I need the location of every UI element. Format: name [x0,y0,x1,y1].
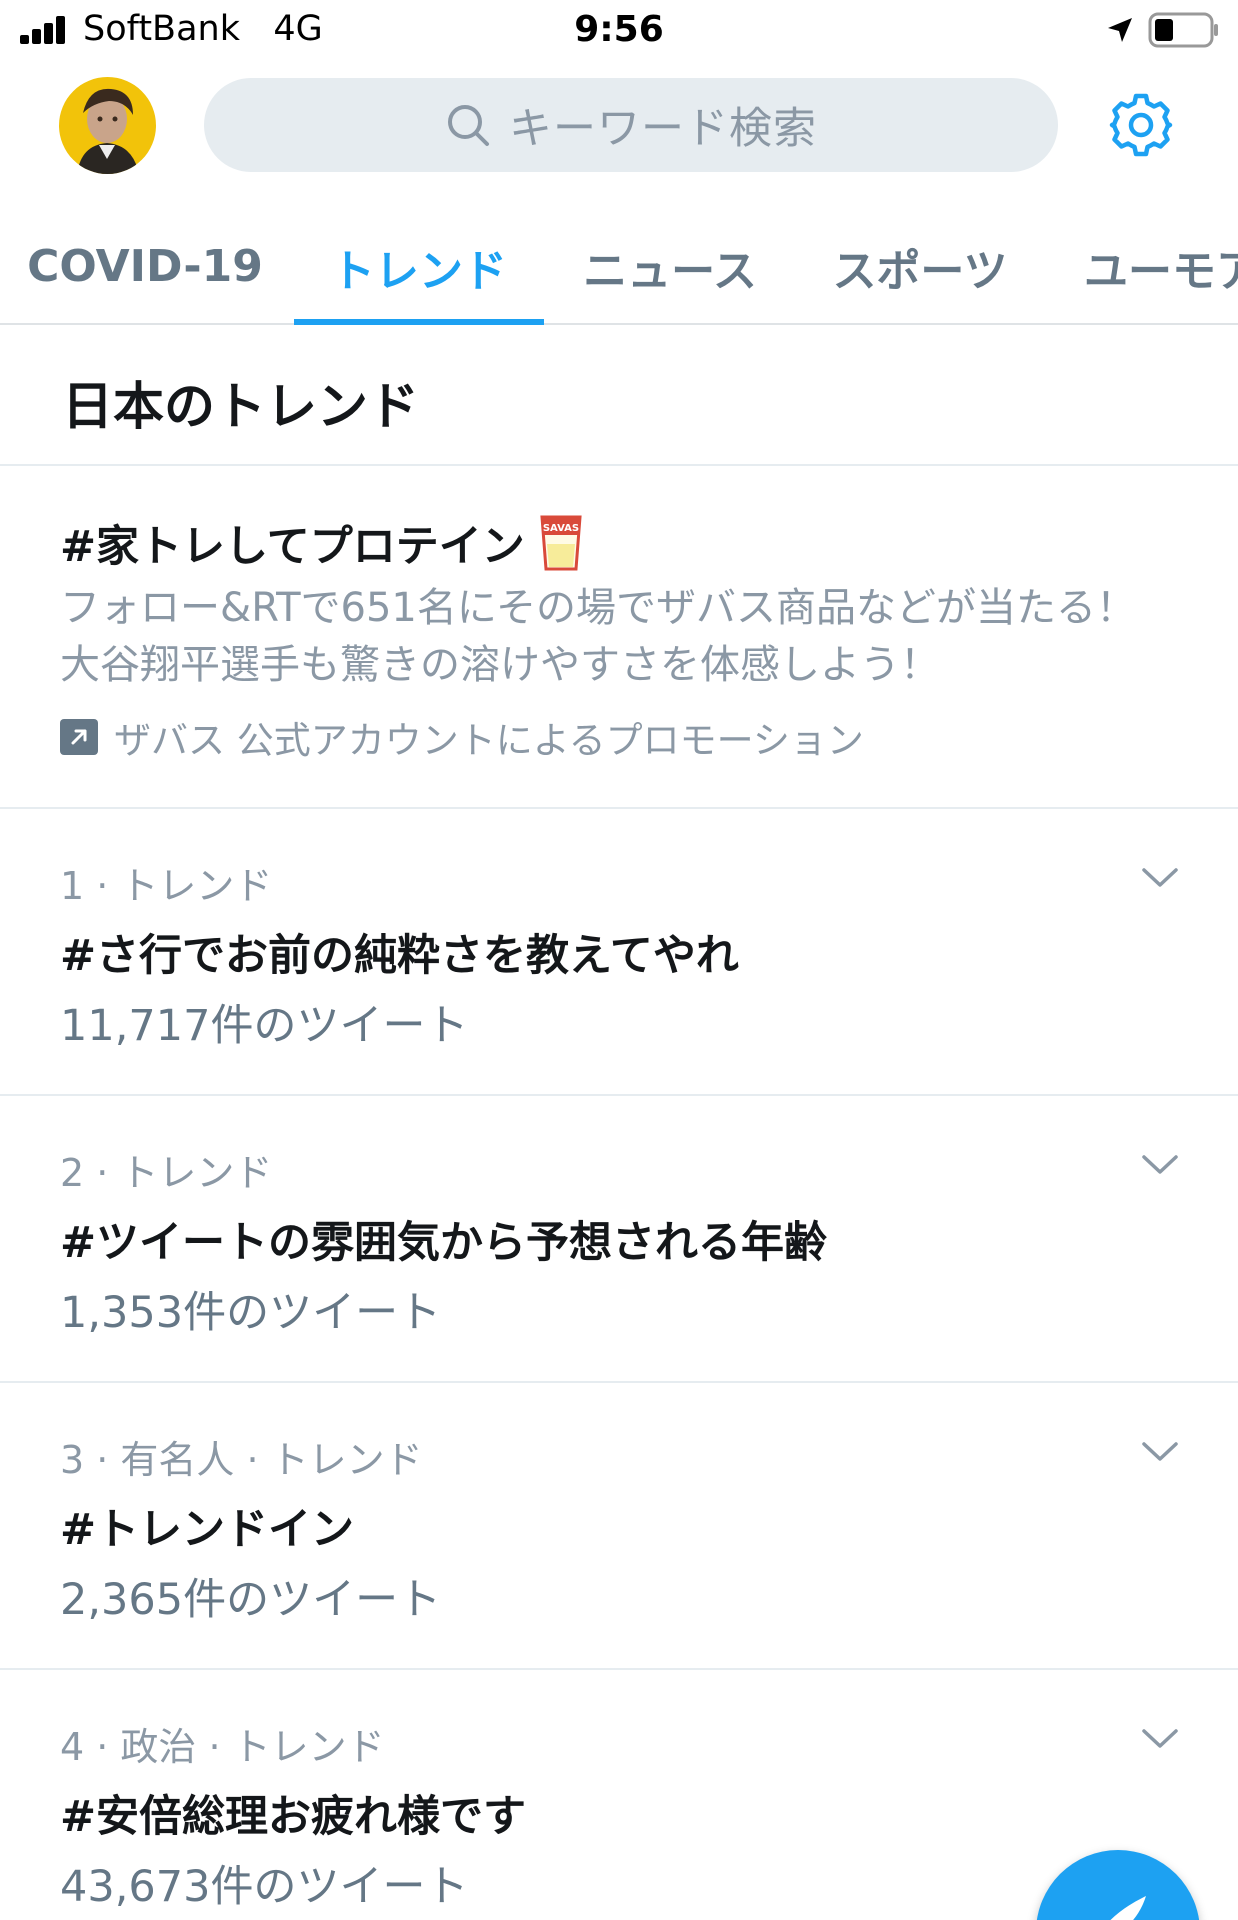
trend-name: #トレンドイン [60,1505,355,1555]
battery-icon [1148,12,1218,48]
trend-meta: 4 · 政治 · トレンド [60,1725,385,1769]
tab-news[interactable]: ニュース [545,210,795,323]
protein-cup-icon: SAVAS [540,515,582,571]
trends-screen: SoftBank 4G 9:56 キーワード検索 COVID-19 トレンド ニ… [0,0,1238,1920]
chevron-down-icon[interactable] [1140,1152,1180,1178]
chevron-down-icon[interactable] [1140,1726,1180,1752]
tab-sports[interactable]: スポーツ [795,210,1045,323]
chevron-down-icon[interactable] [1140,865,1180,891]
tab-humor[interactable]: ユーモア [1084,210,1238,323]
trend-tweet-count: 2,365件のツイート [60,1575,442,1625]
trend-name: #安倍総理お疲れ様です [60,1792,527,1842]
trend-meta: 3 · 有名人 · トレンド [60,1438,423,1482]
search-placeholder: キーワード検索 [509,104,817,154]
trend-item[interactable]: 2 · トレンド #ツイートの雰囲気から予想される年齢 1,353件のツイート [0,1096,1238,1383]
top-header: キーワード検索 [0,62,1238,192]
status-time: 9:56 [574,9,664,50]
search-icon [448,105,489,146]
gear-icon[interactable] [1108,92,1174,158]
explore-tabs: COVID-19 トレンド ニュース スポーツ ユーモア [0,210,1238,325]
promoted-trend-title-row: #家トレしてプロテイン SAVAS [60,512,583,574]
trend-item[interactable]: 3 · 有名人 · トレンド #トレンドイン 2,365件のツイート [0,1383,1238,1670]
trend-meta: 1 · トレンド [60,864,273,908]
section-title: 日本のトレンド [62,378,420,437]
avatar[interactable] [59,77,156,174]
promoted-trend-description: フォロー&RTで651名にその場でザバス商品などが当たる！ 大谷翔平選手も驚きの… [60,585,1137,688]
promoted-by-label: ザバス 公式アカウントによるプロモーション [114,719,864,762]
trend-tweet-count: 43,673件のツイート [60,1862,469,1912]
trend-tweet-count: 1,353件のツイート [60,1288,442,1338]
promoted-trend[interactable]: #家トレしてプロテイン SAVAS フォロー&RTで651名にその場でザバス商品… [0,466,1238,809]
trend-item[interactable]: 1 · トレンド #さ行でお前の純粋さを教えてやれ 11,717件のツイート [0,809,1238,1096]
search-bar[interactable]: キーワード検索 [204,78,1058,172]
trend-tweet-count: 11,717件のツイート [60,1001,469,1051]
promoted-trend-title: #家トレしてプロテイン [60,522,525,572]
promoted-icon [60,719,98,755]
tab-trends[interactable]: トレンド [294,210,544,325]
section-header: 日本のトレンド [0,325,1238,466]
promoted-by-row: ザバス 公式アカウントによるプロモーション [60,710,864,764]
trend-name: #さ行でお前の純粋さを教えてやれ [60,931,739,981]
trend-name: #ツイートの雰囲気から予想される年齢 [60,1218,828,1268]
chevron-down-icon[interactable] [1140,1439,1180,1465]
compose-feather-icon [1110,1896,1146,1920]
trend-meta: 2 · トレンド [60,1151,273,1195]
tab-covid-19[interactable]: COVID-19 [20,210,270,323]
location-arrow-icon [1108,18,1132,42]
status-bar: SoftBank 4G 9:56 [0,0,1238,62]
brand-badge-text: SAVAS [543,523,579,534]
